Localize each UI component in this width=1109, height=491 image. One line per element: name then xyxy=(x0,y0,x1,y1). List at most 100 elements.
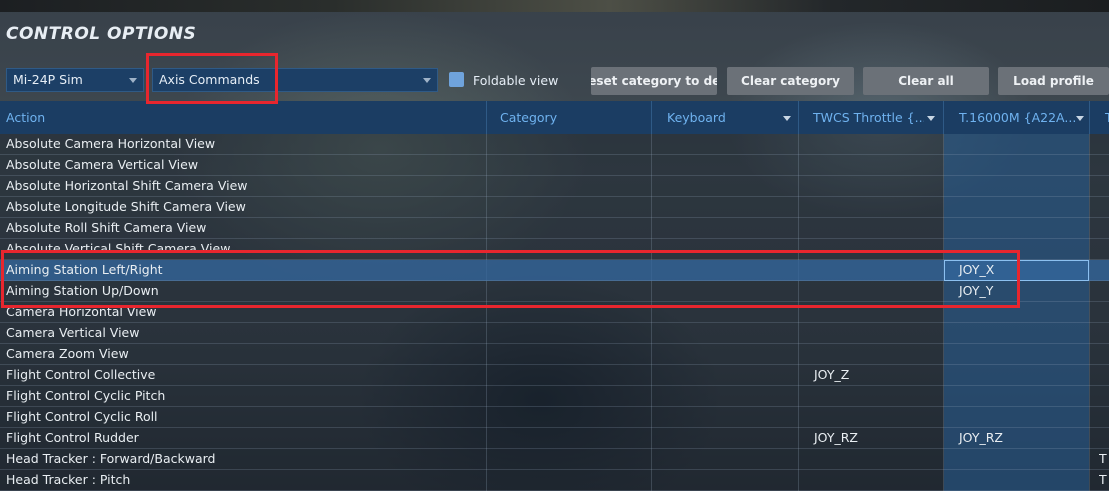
action-cell[interactable]: Camera Zoom View xyxy=(0,344,486,365)
extra-binding-cell[interactable] xyxy=(1099,218,1109,239)
aircraft-select[interactable]: Mi-24P Sim xyxy=(6,68,144,92)
table-row[interactable]: Flight Control Cyclic Roll xyxy=(0,407,1109,428)
throttle-binding-cell[interactable]: JOY_RZ xyxy=(808,428,943,449)
extra-binding-cell[interactable] xyxy=(1099,386,1109,407)
joystick-binding-cell[interactable] xyxy=(953,323,1089,344)
joystick-binding-cell[interactable] xyxy=(953,176,1089,197)
category-cell[interactable] xyxy=(486,155,651,176)
keyboard-cell[interactable] xyxy=(651,386,798,407)
table-row[interactable]: Flight Control Collective JOY_Z xyxy=(0,365,1109,386)
category-cell[interactable] xyxy=(486,344,651,365)
joystick-binding-cell[interactable] xyxy=(953,449,1089,470)
throttle-binding-cell[interactable] xyxy=(808,407,943,428)
column-header-keyboard[interactable]: Keyboard xyxy=(661,101,783,134)
action-cell[interactable]: Flight Control Cyclic Pitch xyxy=(0,386,486,407)
throttle-binding-cell[interactable] xyxy=(808,344,943,365)
category-cell[interactable] xyxy=(486,218,651,239)
reset-category-button[interactable]: Reset category to default xyxy=(591,67,717,95)
keyboard-cell[interactable] xyxy=(651,344,798,365)
action-cell[interactable]: Absolute Camera Horizontal View xyxy=(0,134,486,155)
table-row[interactable]: Absolute Camera Horizontal View xyxy=(0,134,1109,155)
column-header-category[interactable]: Category xyxy=(494,101,651,134)
category-cell[interactable] xyxy=(486,197,651,218)
category-cell[interactable] xyxy=(486,134,651,155)
extra-binding-cell[interactable] xyxy=(1099,302,1109,323)
keyboard-cell[interactable] xyxy=(651,155,798,176)
column-header-joystick[interactable]: T.16000M {A22A... xyxy=(953,101,1076,134)
chevron-down-icon[interactable] xyxy=(927,116,935,121)
keyboard-cell[interactable] xyxy=(651,407,798,428)
table-row[interactable]: Head Tracker : Forward/Backward T xyxy=(0,449,1109,470)
category-cell[interactable] xyxy=(486,386,651,407)
keyboard-cell[interactable] xyxy=(651,428,798,449)
keyboard-cell[interactable] xyxy=(651,197,798,218)
joystick-binding-cell[interactable] xyxy=(953,218,1089,239)
throttle-binding-cell[interactable] xyxy=(808,449,943,470)
action-cell[interactable]: Flight Control Rudder xyxy=(0,428,486,449)
table-row[interactable]: Absolute Longitude Shift Camera View xyxy=(0,197,1109,218)
joystick-binding-cell[interactable] xyxy=(953,134,1089,155)
table-row[interactable]: Camera Zoom View xyxy=(0,344,1109,365)
table-row[interactable]: Absolute Roll Shift Camera View xyxy=(0,218,1109,239)
keyboard-cell[interactable] xyxy=(651,449,798,470)
action-cell[interactable]: Absolute Camera Vertical View xyxy=(0,155,486,176)
extra-binding-cell[interactable]: T xyxy=(1099,470,1109,491)
category-cell[interactable] xyxy=(486,323,651,344)
extra-binding-cell[interactable] xyxy=(1099,323,1109,344)
keyboard-cell[interactable] xyxy=(651,134,798,155)
joystick-binding-cell[interactable] xyxy=(953,386,1089,407)
throttle-binding-cell[interactable] xyxy=(808,386,943,407)
table-row[interactable]: Absolute Horizontal Shift Camera View xyxy=(0,176,1109,197)
category-cell[interactable] xyxy=(486,176,651,197)
action-cell[interactable]: Flight Control Collective xyxy=(0,365,486,386)
column-header-action[interactable]: Action xyxy=(0,101,486,134)
extra-binding-cell[interactable] xyxy=(1099,176,1109,197)
action-cell[interactable]: Head Tracker : Pitch xyxy=(0,470,486,491)
action-cell[interactable]: Flight Control Cyclic Roll xyxy=(0,407,486,428)
category-cell[interactable] xyxy=(486,428,651,449)
keyboard-cell[interactable] xyxy=(651,218,798,239)
throttle-binding-cell[interactable] xyxy=(808,176,943,197)
action-cell[interactable]: Absolute Longitude Shift Camera View xyxy=(0,197,486,218)
keyboard-cell[interactable] xyxy=(651,176,798,197)
joystick-binding-cell[interactable] xyxy=(953,470,1089,491)
foldable-view-checkbox[interactable] xyxy=(449,72,464,87)
extra-binding-cell[interactable] xyxy=(1099,344,1109,365)
extra-binding-cell[interactable] xyxy=(1099,407,1109,428)
throttle-binding-cell[interactable] xyxy=(808,323,943,344)
load-profile-button[interactable]: Load profile xyxy=(998,67,1109,95)
table-row[interactable]: Head Tracker : Pitch T xyxy=(0,470,1109,491)
extra-binding-cell[interactable] xyxy=(1099,428,1109,449)
action-cell[interactable]: Absolute Roll Shift Camera View xyxy=(0,218,486,239)
chevron-down-icon[interactable] xyxy=(783,116,791,121)
throttle-binding-cell[interactable] xyxy=(808,134,943,155)
column-header-extra[interactable]: T xyxy=(1099,101,1109,134)
table-row[interactable]: Absolute Camera Vertical View xyxy=(0,155,1109,176)
extra-binding-cell[interactable] xyxy=(1099,281,1109,302)
throttle-binding-cell[interactable] xyxy=(808,218,943,239)
joystick-binding-cell[interactable] xyxy=(953,344,1089,365)
table-row[interactable]: Camera Vertical View xyxy=(0,323,1109,344)
extra-binding-cell[interactable] xyxy=(1099,239,1109,260)
keyboard-cell[interactable] xyxy=(651,470,798,491)
keyboard-cell[interactable] xyxy=(651,323,798,344)
throttle-binding-cell[interactable] xyxy=(808,470,943,491)
extra-binding-cell[interactable] xyxy=(1099,260,1109,281)
joystick-binding-cell[interactable] xyxy=(953,155,1089,176)
extra-binding-cell[interactable]: T xyxy=(1099,449,1109,470)
category-cell[interactable] xyxy=(486,407,651,428)
throttle-binding-cell[interactable] xyxy=(808,197,943,218)
clear-all-button[interactable]: Clear all xyxy=(863,67,989,95)
action-cell[interactable]: Head Tracker : Forward/Backward xyxy=(0,449,486,470)
chevron-down-icon[interactable] xyxy=(1076,116,1084,121)
throttle-binding-cell[interactable] xyxy=(808,155,943,176)
joystick-binding-cell[interactable] xyxy=(953,407,1089,428)
extra-binding-cell[interactable] xyxy=(1099,365,1109,386)
throttle-binding-cell[interactable]: JOY_Z xyxy=(808,365,943,386)
extra-binding-cell[interactable] xyxy=(1099,155,1109,176)
joystick-binding-cell[interactable] xyxy=(953,365,1089,386)
category-cell[interactable] xyxy=(486,470,651,491)
keyboard-cell[interactable] xyxy=(651,365,798,386)
clear-category-button[interactable]: Clear category xyxy=(727,67,854,95)
joystick-binding-cell[interactable] xyxy=(953,197,1089,218)
